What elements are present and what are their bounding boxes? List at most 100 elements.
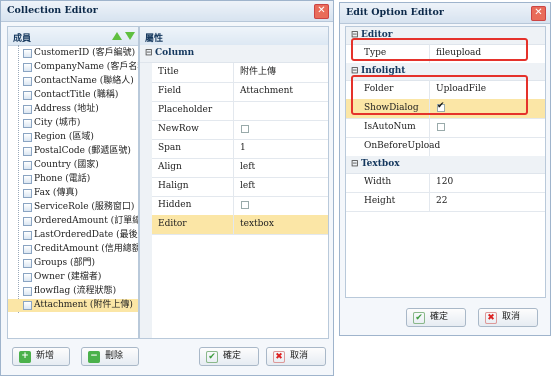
property-value[interactable]: 22 [430,192,447,211]
property-key: Hidden [152,196,234,215]
option-editor-titlebar[interactable]: Edit Option Editor ✕ [340,3,550,24]
member-item-label: CompanyName (客戶名稱) [34,62,139,72]
member-item-label: Groups (部門) [34,258,95,268]
option-group-header[interactable]: ⊟ Textbox [346,156,545,174]
member-item[interactable]: Phone (電話) [8,173,138,186]
member-item[interactable]: LastOrderedDate (最後訂單日 [8,229,138,242]
option-ok-icon: ✔ [413,312,425,324]
column-icon [23,119,32,128]
property-value[interactable]: 1 [234,139,246,158]
property-checkbox[interactable] [241,201,249,209]
collection-editor-close-icon[interactable]: ✕ [314,4,329,19]
option-cancel-button-label: 取消 [502,312,521,322]
property-row[interactable]: Height 22 [346,192,545,212]
collection-editor-window: Collection Editor ✕ 成員 CustomerID (客戶編號)… [0,0,334,376]
member-item[interactable]: ServiceRole (服務窗口) [8,201,138,214]
member-item-label: CreditAmount (信用總額) [34,244,139,254]
member-item[interactable]: ContactName (聯絡人) [8,75,138,88]
collection-editor-titlebar[interactable]: Collection Editor ✕ [1,1,333,22]
member-item-label: Country (國家) [34,160,99,170]
member-item[interactable]: Groups (部門) [8,257,138,270]
delete-button[interactable]: − 刪除 [81,347,139,366]
property-value[interactable] [234,101,240,120]
member-item-label: ServiceRole (服務窗口) [34,202,135,212]
column-icon [23,77,32,86]
property-row[interactable]: Span 1 [152,139,328,159]
add-icon: + [19,351,31,363]
annotation-box-editor-type [351,38,528,61]
member-item[interactable]: Fax (傳真) [8,187,138,200]
property-row[interactable]: Hidden [152,196,328,216]
property-row[interactable]: IsAutoNum [346,118,545,138]
member-item-label: Region (區域) [34,132,94,142]
cancel-button[interactable]: ✖ 取消 [266,347,326,366]
property-group-column[interactable]: ⊟ Column [140,45,328,63]
column-icon [23,301,32,310]
property-key: Halign [152,177,234,196]
collapse-icon[interactable]: ⊟ [145,45,153,62]
member-item-label: Owner (建檔者) [34,272,102,282]
option-group-label: Textbox [361,159,400,169]
member-item-label: CustomerID (客戶編號) [34,48,136,58]
member-item-label: flowflag (流程狀態) [34,286,117,296]
column-icon [23,49,32,58]
delete-icon: − [88,351,100,363]
property-value[interactable]: 120 [430,173,453,192]
property-checkbox[interactable] [241,125,249,133]
add-button[interactable]: + 新增 [12,347,70,366]
property-key: Width [346,173,430,192]
option-editor-close-icon[interactable]: ✕ [531,6,546,21]
member-item[interactable]: flowflag (流程狀態) [8,285,138,298]
property-row[interactable]: Title 附件上傳 [152,63,328,83]
ok-icon: ✔ [206,351,218,363]
column-icon [23,175,32,184]
member-item[interactable]: Region (區域) [8,131,138,144]
ok-button[interactable]: ✔ 確定 [199,347,259,366]
member-item[interactable]: OrderedAmount (訂單總額) [8,215,138,228]
property-row[interactable]: NewRow [152,120,328,140]
member-item[interactable]: Address (地址) [8,103,138,116]
member-item[interactable]: Attachment (附件上傳) [8,299,138,312]
property-key: Field [152,82,234,101]
members-header-label: 成員 [13,34,32,44]
property-grid: Title 附件上傳 Field Attachment Placeholder NewRo… [152,63,328,263]
properties-panel-header: 屬性 [140,27,328,46]
property-row[interactable]: OnBeforeUpload [346,137,545,157]
member-item[interactable]: Owner (建檔者) [8,271,138,284]
property-row[interactable]: Align left [152,158,328,178]
member-item[interactable]: CustomerID (客戶編號) [8,47,138,60]
property-key: NewRow [152,120,234,139]
member-item[interactable]: PostalCode (郵遞區號) [8,145,138,158]
column-icon [23,63,32,72]
property-group-label: Column [155,48,195,58]
property-row[interactable]: Halign left [152,177,328,197]
property-value[interactable]: 附件上傳 [234,63,276,82]
property-row[interactable]: Width 120 [346,173,545,193]
property-value[interactable]: left [234,158,255,177]
option-cancel-icon: ✖ [485,312,497,324]
member-item[interactable]: CreditAmount (信用總額) [8,243,139,256]
property-row[interactable]: Field Attachment [152,82,328,102]
property-value[interactable]: left [234,177,255,196]
option-ok-button[interactable]: ✔ 確定 [406,308,466,327]
column-icon [23,231,32,240]
move-up-icon[interactable] [112,32,122,40]
member-item[interactable]: Country (國家) [8,159,138,172]
collapse-icon[interactable]: ⊟ [351,156,359,173]
move-down-icon[interactable] [125,32,135,40]
property-row[interactable]: Editor textbox [152,215,328,235]
member-item[interactable]: ContactTitle (職稱) [8,89,138,102]
property-value[interactable]: textbox [234,215,274,234]
property-value[interactable]: Attachment [234,82,293,101]
option-cancel-button[interactable]: ✖ 取消 [478,308,538,327]
member-item[interactable]: City (城市) [8,117,138,130]
member-item[interactable]: CompanyName (客戶名稱) [8,61,139,74]
property-row[interactable]: Placeholder [152,101,328,121]
property-key: Editor [152,215,234,234]
property-checkbox[interactable] [437,123,445,131]
property-key: Title [152,63,234,82]
column-icon [23,133,32,142]
column-icon [23,203,32,212]
property-value[interactable] [430,137,436,156]
column-icon [23,161,32,170]
